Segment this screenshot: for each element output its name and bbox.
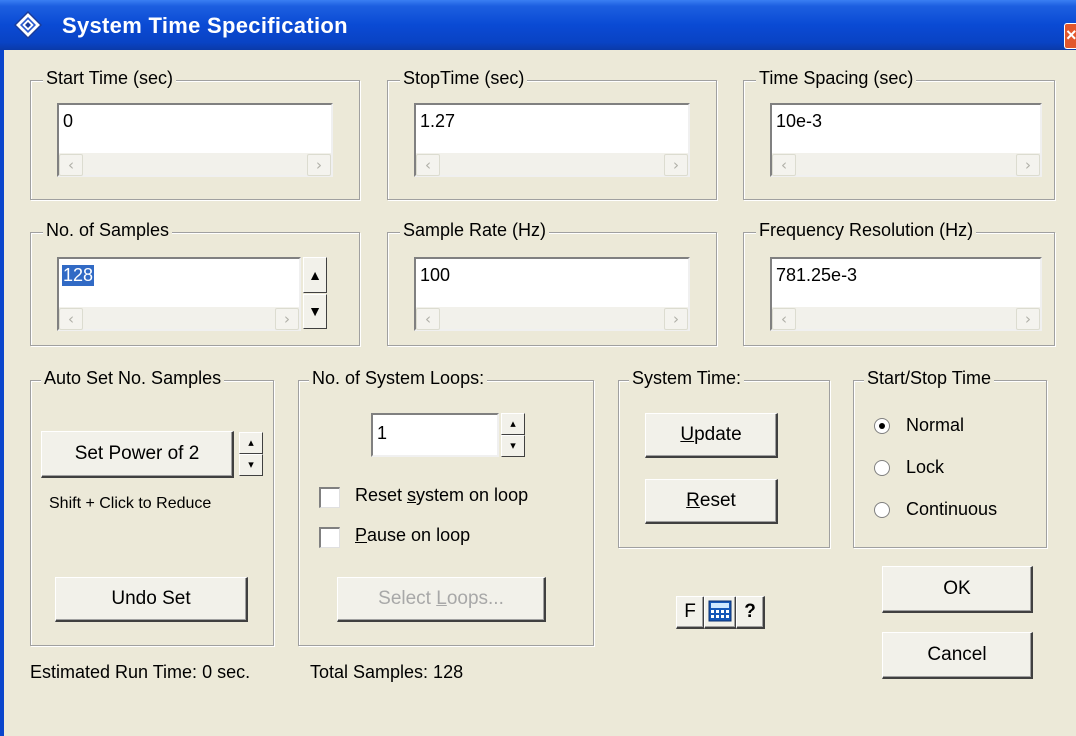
radio-lock[interactable]: [874, 460, 890, 476]
num-samples-group: No. of Samples 128 ‹ › ▲ ▼: [30, 220, 360, 346]
freq-resolution-value: 781.25e-3: [776, 265, 858, 285]
reset-system-checkbox[interactable]: [319, 487, 340, 508]
select-loops-button: Select Loops...: [337, 577, 546, 622]
pause-on-loop-label[interactable]: Pause on loop: [355, 525, 470, 546]
chevron-left-icon[interactable]: ‹: [416, 154, 440, 176]
start-time-value: 0: [63, 111, 74, 131]
sample-rate-scrollbar[interactable]: ‹ ›: [416, 307, 688, 330]
time-spacing-field[interactable]: 10e-3 ‹ ›: [770, 103, 1042, 177]
spin-down-icon[interactable]: ▼: [303, 294, 327, 329]
chevron-right-icon[interactable]: ›: [1016, 154, 1040, 176]
chevron-right-icon[interactable]: ›: [1016, 308, 1040, 330]
calculator-icon: [708, 600, 732, 622]
stop-time-value: 1.27: [420, 111, 456, 131]
radio-continuous-label[interactable]: Continuous: [906, 499, 997, 520]
shift-click-hint: Shift + Click to Reduce: [49, 495, 212, 512]
estimated-run-time: Estimated Run Time: 0 sec.: [30, 662, 251, 682]
start-stop-label: Start/Stop Time: [864, 368, 995, 389]
chevron-left-icon[interactable]: ‹: [772, 154, 796, 176]
spin-up-icon[interactable]: ▴: [239, 432, 263, 454]
num-samples-scrollbar[interactable]: ‹ ›: [59, 307, 299, 330]
chevron-left-icon[interactable]: ‹: [59, 308, 83, 330]
start-time-group: Start Time (sec) 0 ‹ ›: [30, 68, 360, 200]
freq-resolution-label: Frequency Resolution (Hz): [756, 220, 977, 241]
chevron-right-icon[interactable]: ›: [664, 154, 688, 176]
sample-rate-group: Sample Rate (Hz) 100 ‹ ›: [387, 220, 717, 346]
spin-down-icon[interactable]: ▾: [239, 454, 263, 476]
window-title: System Time Specification: [62, 13, 348, 38]
num-samples-field[interactable]: 128 ‹ ›: [57, 257, 301, 331]
num-samples-spinner: ▲ ▼: [303, 257, 327, 329]
system-loops-label: No. of System Loops:: [309, 368, 488, 389]
auto-set-group: Auto Set No. Samples Set Power of 2 ▴ ▾ …: [30, 368, 274, 646]
help-button[interactable]: ?: [736, 596, 765, 629]
system-time-label: System Time:: [629, 368, 745, 389]
chevron-left-icon[interactable]: ‹: [416, 308, 440, 330]
system-loops-field[interactable]: 1: [371, 413, 499, 457]
dialog-window: System Time Specification × Start Time (…: [0, 0, 1076, 736]
num-samples-value: 128: [62, 265, 95, 286]
ok-button[interactable]: OK: [882, 566, 1033, 613]
title-bar[interactable]: System Time Specification ×: [0, 0, 1076, 50]
stop-time-scrollbar[interactable]: ‹ ›: [416, 153, 688, 176]
system-time-group: System Time: Update Reset: [618, 368, 830, 548]
system-loops-value: 1: [377, 423, 388, 443]
system-loops-spinner: ▴ ▾: [501, 413, 525, 457]
set-power-of-2-button[interactable]: Set Power of 2: [41, 431, 234, 478]
app-icon: [14, 11, 42, 39]
start-time-label: Start Time (sec): [43, 68, 177, 89]
auto-set-label: Auto Set No. Samples: [41, 368, 225, 389]
sample-rate-field[interactable]: 100 ‹ ›: [414, 257, 690, 331]
time-spacing-group: Time Spacing (sec) 10e-3 ‹ ›: [743, 68, 1055, 200]
radio-normal[interactable]: [874, 418, 890, 434]
window-left-edge: [0, 50, 4, 736]
radio-lock-label[interactable]: Lock: [906, 457, 944, 478]
time-spacing-scrollbar[interactable]: ‹ ›: [772, 153, 1040, 176]
spin-up-icon[interactable]: ▲: [303, 257, 327, 293]
cancel-button[interactable]: Cancel: [882, 632, 1033, 679]
freq-resolution-group: Frequency Resolution (Hz) 781.25e-3 ‹ ›: [743, 220, 1055, 346]
stop-time-label: StopTime (sec): [400, 68, 528, 89]
spin-up-icon[interactable]: ▴: [501, 413, 525, 435]
set-power-spinner: ▴ ▾: [239, 432, 263, 476]
total-samples: Total Samples: 128: [310, 662, 464, 682]
sample-rate-value: 100: [420, 265, 451, 285]
freq-resolution-scrollbar[interactable]: ‹ ›: [772, 307, 1040, 330]
f-button[interactable]: F: [676, 596, 705, 629]
reset-button[interactable]: Reset: [645, 479, 778, 524]
radio-normal-label[interactable]: Normal: [906, 415, 964, 436]
start-time-field[interactable]: 0 ‹ ›: [57, 103, 333, 177]
reset-system-label[interactable]: Reset system on loop: [355, 485, 528, 506]
system-loops-group: No. of System Loops: 1 ▴ ▾ Reset system …: [298, 368, 594, 646]
num-samples-label: No. of Samples: [43, 220, 173, 241]
chevron-right-icon[interactable]: ›: [275, 308, 299, 330]
start-time-scrollbar[interactable]: ‹ ›: [59, 153, 331, 176]
undo-set-button[interactable]: Undo Set: [55, 577, 248, 622]
pause-on-loop-checkbox[interactable]: [319, 527, 340, 548]
calculator-button[interactable]: [704, 596, 737, 629]
start-stop-group: Start/Stop Time Normal Lock Continuous: [853, 368, 1047, 548]
time-spacing-value: 10e-3: [776, 111, 823, 131]
chevron-right-icon[interactable]: ›: [307, 154, 331, 176]
update-button[interactable]: Update: [645, 413, 778, 458]
time-spacing-label: Time Spacing (sec): [756, 68, 917, 89]
sample-rate-label: Sample Rate (Hz): [400, 220, 550, 241]
spin-down-icon[interactable]: ▾: [501, 435, 525, 457]
chevron-left-icon[interactable]: ‹: [772, 308, 796, 330]
stop-time-field[interactable]: 1.27 ‹ ›: [414, 103, 690, 177]
freq-resolution-field[interactable]: 781.25e-3 ‹ ›: [770, 257, 1042, 331]
chevron-right-icon[interactable]: ›: [664, 308, 688, 330]
chevron-left-icon[interactable]: ‹: [59, 154, 83, 176]
radio-continuous[interactable]: [874, 502, 890, 518]
close-icon[interactable]: ×: [1064, 23, 1076, 49]
stop-time-group: StopTime (sec) 1.27 ‹ ›: [387, 68, 717, 200]
